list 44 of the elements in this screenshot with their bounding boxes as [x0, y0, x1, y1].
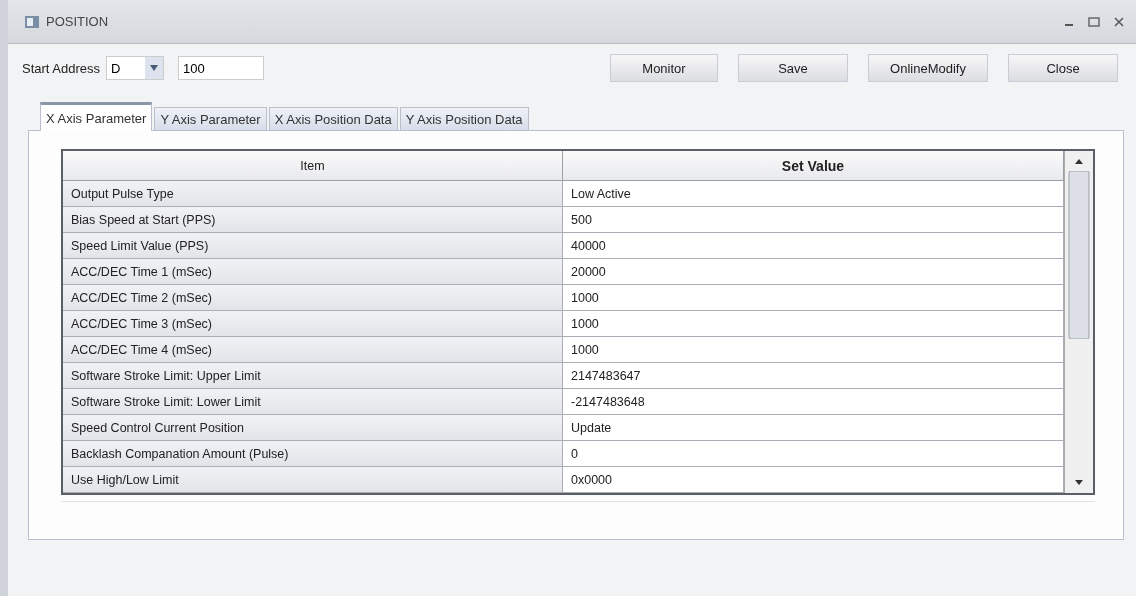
table-cell: ACC/DEC Time 3 (mSec) — [63, 311, 563, 337]
table-cell: 1000 — [563, 337, 1064, 363]
table-cell: -2147483648 — [563, 389, 1064, 415]
address-field[interactable]: 100 — [178, 56, 265, 80]
table-cell: 500 — [563, 207, 1064, 233]
app-icon — [24, 13, 40, 30]
table-cell: 1000 — [563, 311, 1064, 337]
table-cell: Software Stroke Limit: Lower Limit — [63, 389, 563, 415]
start-address-label: Start Address — [22, 60, 101, 76]
column-header: Set Value — [563, 151, 1064, 181]
window-title: POSITION — [46, 14, 110, 29]
table-cell: Backlash Companation Amount (Pulse) — [63, 441, 563, 467]
table-cell: Low Active — [563, 181, 1064, 207]
caret-icon — [150, 65, 159, 71]
table-cell: 20000 — [563, 259, 1064, 285]
table-cell: ACC/DEC Time 2 (mSec) — [63, 285, 563, 311]
table-cell: 2147483647 — [563, 363, 1064, 389]
device-dropdown[interactable]: D — [106, 56, 165, 80]
table-cell: ACC/DEC Time 1 (mSec) — [63, 259, 563, 285]
table-cell: Software Stroke Limit: Upper Limit — [63, 363, 563, 389]
table-cell: Output Pulse Type — [63, 181, 563, 207]
table-cell: Bias Speed at Start (PPS) — [63, 207, 563, 233]
tab[interactable]: X Axis Parameter — [40, 102, 153, 131]
scroll-thumb[interactable] — [1068, 171, 1090, 339]
toolbar-button[interactable]: Save — [738, 54, 848, 82]
table-cell: Use High/Low Limit — [63, 467, 563, 493]
toolbar-button[interactable]: OnlineModify — [868, 54, 988, 82]
tab[interactable]: X Axis Position Data — [268, 107, 398, 130]
tab[interactable]: Y Axis Position Data — [399, 107, 529, 130]
maximize-icon[interactable] — [1088, 16, 1100, 27]
toolbar-button[interactable]: Monitor — [610, 54, 718, 82]
table-cell: 0x0000 — [563, 467, 1064, 493]
scrollbar[interactable] — [1064, 151, 1093, 493]
table-cell: ACC/DEC Time 4 (mSec) — [63, 337, 563, 363]
table-cell: 0 — [563, 441, 1064, 467]
table-cell: Speed Limit Value (PPS) — [63, 233, 563, 259]
table-cell: Speed Control Current Position — [63, 415, 563, 441]
tab[interactable]: Y Axis Parameter — [154, 107, 267, 130]
table-cell: 1000 — [563, 285, 1064, 311]
close-icon[interactable] — [1114, 16, 1124, 27]
table-cell: Update — [563, 415, 1064, 441]
toolbar-button[interactable]: Close — [1008, 54, 1118, 82]
table-cell: 40000 — [563, 233, 1064, 259]
column-header: Item — [63, 151, 563, 181]
